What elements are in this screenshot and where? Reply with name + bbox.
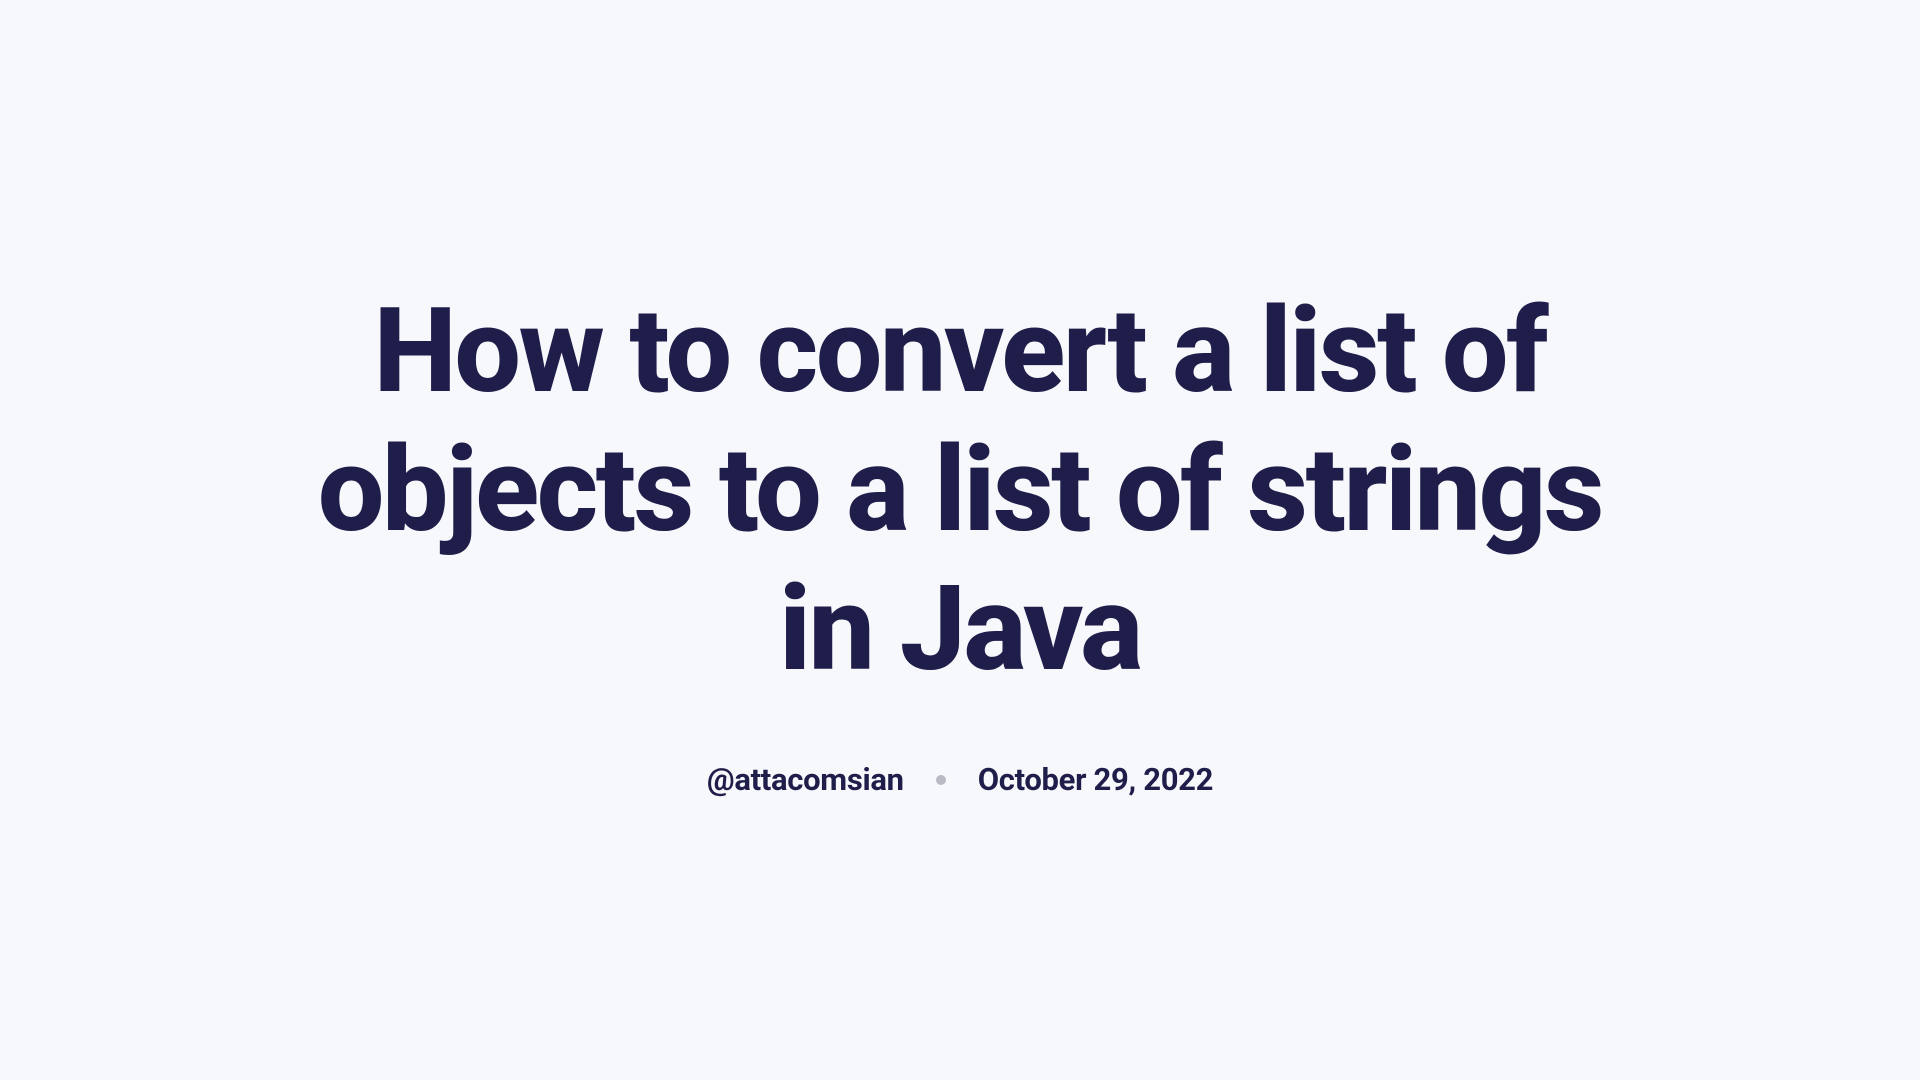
author-handle[interactable]: @attacomsian [707, 761, 904, 798]
post-date: October 29, 2022 [978, 761, 1213, 798]
separator-dot-icon [936, 775, 946, 785]
post-meta: @attacomsian October 29, 2022 [707, 761, 1213, 798]
page-title: How to convert a list of objects to a li… [260, 282, 1660, 700]
